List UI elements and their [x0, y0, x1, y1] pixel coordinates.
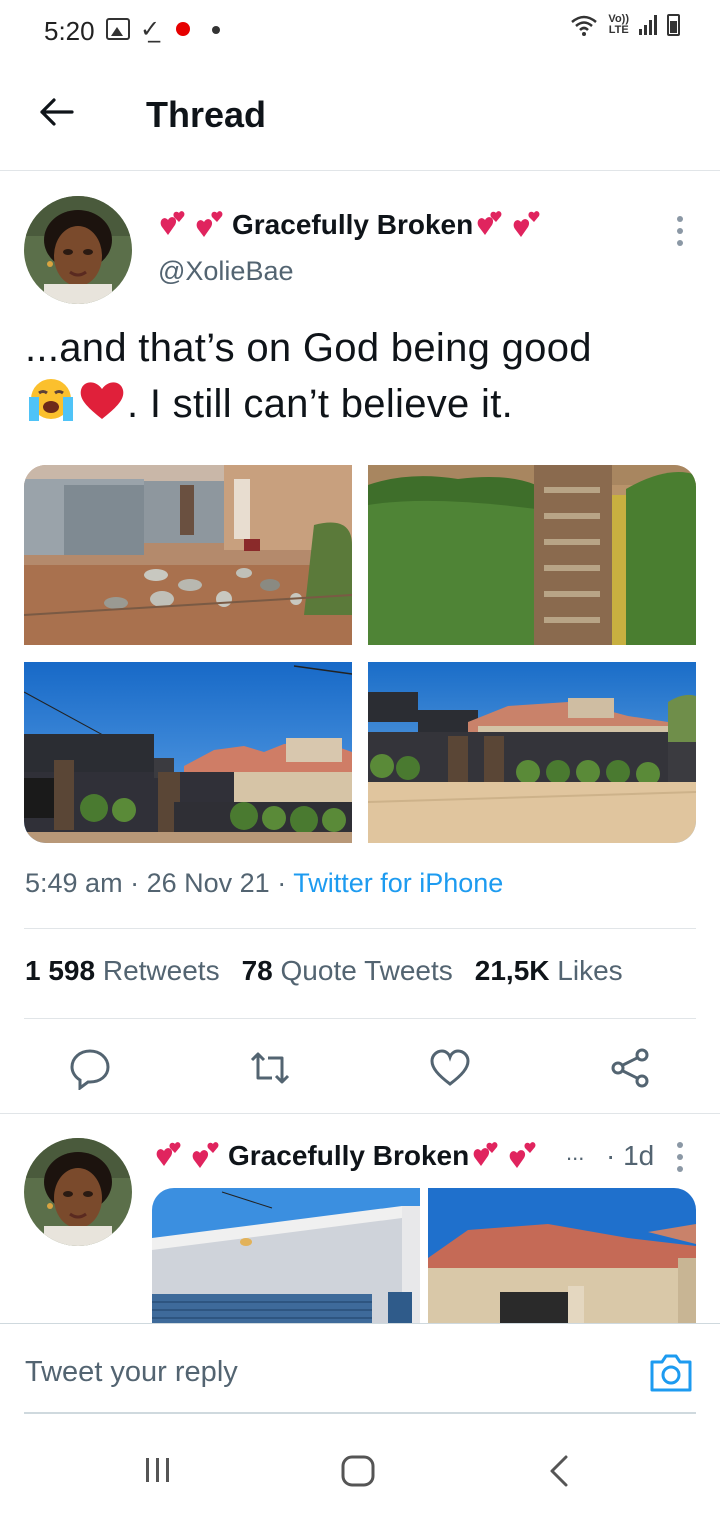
divider [24, 1018, 696, 1019]
avatar[interactable] [24, 196, 132, 304]
two-hearts-icon [152, 1138, 228, 1174]
retweets-stat[interactable]: 1 598 Retweets [25, 955, 220, 986]
quote-tweets-stat[interactable]: 78 Quote Tweets [242, 955, 453, 986]
tweet-date: 26 Nov 21 [146, 868, 270, 898]
tweet-photo-2[interactable] [368, 465, 696, 645]
divider [24, 928, 696, 929]
tweet-separator [0, 1113, 720, 1114]
tweet-actions [0, 1040, 720, 1100]
tweet-text-line1: ...and that’s on God being good [25, 326, 592, 370]
loudly-crying-face-icon [29, 379, 73, 421]
more-options-icon[interactable] [676, 1142, 684, 1172]
likes-stat[interactable]: 21,5K Likes [475, 955, 623, 986]
two-hearts-icon [156, 207, 232, 243]
retweets-count: 1 598 [25, 955, 96, 986]
display-name: Gracefully Broken [232, 209, 474, 240]
two-hearts-icon [473, 207, 549, 243]
home-icon[interactable] [340, 1454, 376, 1488]
reply-composer[interactable]: Tweet your reply [0, 1323, 720, 1415]
page-title: Thread [146, 94, 267, 135]
tweet-source-link[interactable]: Twitter for iPhone [293, 868, 503, 898]
arrow-left-icon[interactable] [36, 92, 76, 132]
engagement-stats: 1 598 Retweets 78 Quote Tweets 21,5K Likes [25, 955, 623, 987]
lte-indicator: Vo)) LTE [608, 14, 629, 36]
more-options-icon[interactable] [676, 216, 684, 246]
tweet-text: ...and that’s on God being good . I stil… [25, 320, 705, 432]
network-label: LTE [608, 24, 629, 36]
likes-label: Likes [557, 955, 623, 986]
recents-icon[interactable] [142, 1454, 174, 1486]
tweet-metadata: 5:49 am · 26 Nov 21 · Twitter for iPhone [25, 868, 503, 899]
reply-icon[interactable] [68, 1046, 112, 1090]
tweet-text-line2: . I still can’t believe it. [25, 376, 705, 432]
user-handle[interactable]: @XolieBae [158, 256, 294, 287]
tweet-time: 5:49 am [25, 868, 123, 898]
reply-media-grid[interactable] [152, 1188, 696, 1328]
reply-photo-1[interactable] [152, 1188, 420, 1328]
reply-input[interactable]: Tweet your reply [25, 1356, 238, 1389]
thread-header: Thread [0, 60, 720, 171]
tweet-photo-4[interactable] [368, 662, 696, 843]
quote-tweets-label: Quote Tweets [280, 955, 453, 986]
wifi-icon [571, 15, 598, 36]
quote-tweets-count: 78 [241, 955, 273, 986]
meta-separator: · [277, 868, 294, 898]
system-nav-bar [0, 1420, 720, 1520]
signal-icon [639, 15, 657, 35]
tweet-author[interactable]: Gracefully Broken [156, 207, 549, 243]
battery-icon [667, 14, 680, 36]
share-icon[interactable] [608, 1046, 652, 1090]
tweet-photo-1[interactable] [24, 465, 352, 645]
tweet-photo-3[interactable] [24, 662, 352, 843]
tweet-media-grid[interactable] [24, 465, 696, 843]
two-hearts-icon [469, 1138, 545, 1174]
retweets-label: Retweets [102, 955, 220, 986]
reply-age: · 1d [606, 1140, 655, 1171]
tweet-text-line2-text: . I still can’t believe it. [127, 382, 514, 426]
status-bar: 5:20 ✓̲ Vo)) LTE [0, 0, 720, 60]
red-heart-icon [80, 382, 124, 419]
likes-count: 21,5K [474, 955, 550, 986]
reply-author[interactable]: Gracefully Broken [152, 1138, 545, 1174]
camera-icon[interactable] [648, 1352, 694, 1394]
retweet-icon[interactable] [248, 1046, 292, 1090]
reply-input-underline [24, 1412, 696, 1414]
name-truncation: ... [566, 1140, 585, 1165]
like-icon[interactable] [428, 1046, 472, 1090]
meta-separator: · [130, 868, 147, 898]
reply-avatar[interactable] [24, 1138, 132, 1246]
gallery-icon [106, 18, 130, 40]
back-icon[interactable] [546, 1454, 572, 1488]
download-done-icon: ✓̲ [140, 16, 161, 43]
notification-dot-icon [212, 26, 220, 34]
display-name: Gracefully Broken [228, 1140, 470, 1171]
vodafone-icon [176, 22, 190, 36]
status-time: 5:20 [44, 16, 95, 46]
reply-photo-2[interactable] [428, 1188, 696, 1328]
